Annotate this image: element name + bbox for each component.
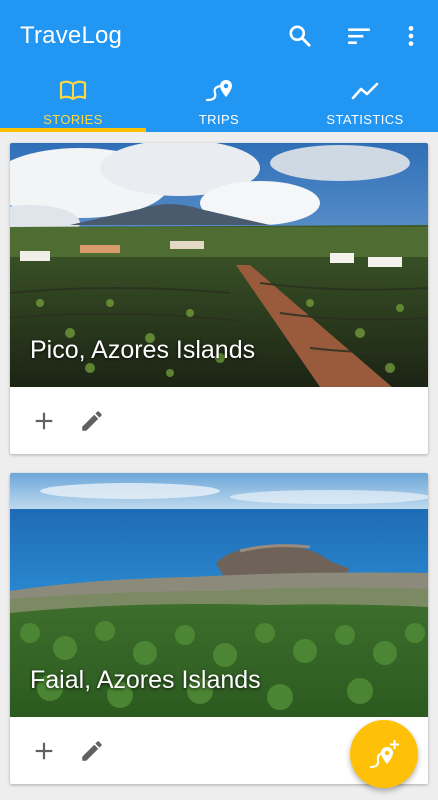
add-icon (35, 742, 53, 760)
story-card[interactable]: Pico, Azores Islands (10, 143, 428, 454)
edit-story-button[interactable] (74, 733, 110, 769)
tab-statistics[interactable]: STATISTICS (292, 72, 438, 132)
edit-icon (82, 741, 102, 761)
app-title: TraveLog (20, 22, 123, 49)
sort-icon (348, 28, 370, 45)
tab-indicator (0, 128, 146, 132)
book-open-icon (59, 80, 87, 101)
add-entry-button[interactable] (26, 403, 62, 439)
sort-button[interactable] (343, 20, 375, 52)
story-photo[interactable]: Pico, Azores Islands (10, 143, 428, 387)
add-icon (35, 412, 53, 430)
search-button[interactable] (284, 20, 316, 52)
add-entry-button[interactable] (26, 733, 62, 769)
route-pin-icon (205, 80, 232, 102)
story-title: Faial, Azores Islands (30, 666, 261, 694)
tab-statistics-label: STATISTICS (326, 112, 404, 127)
story-photo[interactable]: Faial, Azores Islands (10, 473, 428, 717)
more-vert-icon (408, 26, 414, 46)
tab-stories-label: STORIES (43, 112, 103, 127)
edit-icon (82, 411, 102, 431)
new-story-fab[interactable] (350, 720, 418, 788)
story-actions (10, 387, 428, 454)
trend-line-icon (351, 82, 379, 100)
tab-trips[interactable]: TRIPS (146, 72, 292, 132)
search-icon (289, 25, 311, 47)
overflow-menu-button[interactable] (395, 20, 427, 52)
tab-stories[interactable]: STORIES (0, 72, 146, 132)
story-title: Pico, Azores Islands (30, 336, 256, 364)
tab-trips-label: TRIPS (198, 112, 240, 127)
edit-story-button[interactable] (74, 403, 110, 439)
add-location-icon (369, 740, 399, 769)
app-bar: TraveLog STORIES TRIPS STATISTICS (0, 0, 438, 132)
tab-bar: STORIES TRIPS STATISTICS (0, 72, 438, 132)
